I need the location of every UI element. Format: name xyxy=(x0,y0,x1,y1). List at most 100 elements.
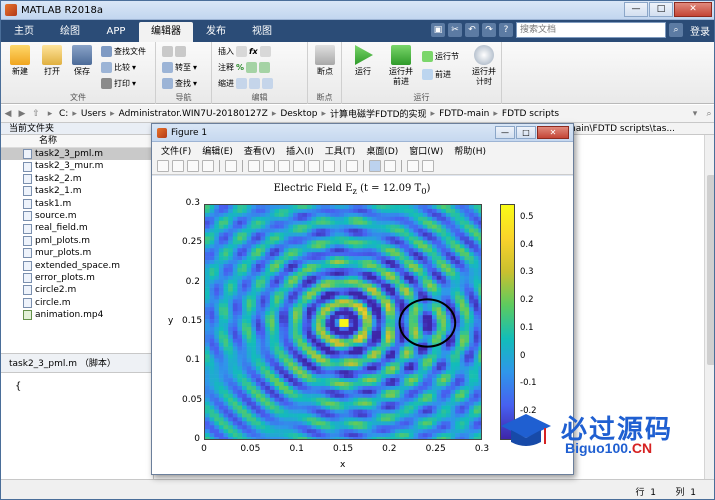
help-quick-icon[interactable]: ? xyxy=(499,23,513,37)
forward-icon[interactable] xyxy=(175,46,186,57)
indent-button[interactable]: 缩进 xyxy=(218,77,273,90)
advance-button[interactable]: 前进 xyxy=(422,68,451,81)
file-list-item[interactable]: task2_3_pml.m xyxy=(1,148,153,161)
file-list-item[interactable]: source.m xyxy=(1,210,153,222)
menu-edit[interactable]: 编辑(E) xyxy=(202,144,233,157)
heatmap-plot[interactable] xyxy=(204,204,482,440)
rotate-3d-icon[interactable] xyxy=(293,160,305,172)
file-list-item[interactable]: task2_1.m xyxy=(1,185,153,197)
insert-legend-icon[interactable] xyxy=(384,160,396,172)
zoom-in-icon[interactable] xyxy=(248,160,260,172)
comment-button[interactable]: 注释 % xyxy=(218,61,271,74)
file-list-item[interactable]: task1.m xyxy=(1,198,153,210)
scroll-thumb[interactable] xyxy=(707,175,714,365)
find-button[interactable]: 查找 ▾ xyxy=(162,77,197,90)
brush-icon[interactable] xyxy=(323,160,335,172)
figure-title-bar[interactable]: Figure 1 — □ ✕ xyxy=(152,124,573,142)
run-advance-button[interactable]: 运行并 前进 xyxy=(384,45,418,87)
colorbar[interactable] xyxy=(500,204,515,440)
tab-publish[interactable]: 发布 xyxy=(193,22,239,42)
tab-view[interactable]: 视图 xyxy=(239,22,285,42)
fx-icon[interactable]: fx xyxy=(249,47,258,56)
forward-arrow-icon[interactable]: ▶ xyxy=(15,109,29,119)
open-button[interactable]: 打开 xyxy=(37,45,67,77)
crumb-desktop[interactable]: Desktop xyxy=(280,109,317,119)
login-button[interactable]: 登录 xyxy=(690,23,710,38)
save-figure-icon[interactable] xyxy=(187,160,199,172)
file-list-item[interactable]: mur_plots.m xyxy=(1,247,153,259)
run-button[interactable]: 运行 xyxy=(348,45,378,77)
pan-icon[interactable] xyxy=(278,160,290,172)
menu-insert[interactable]: 插入(I) xyxy=(286,144,314,157)
wrap-comment-icon[interactable] xyxy=(259,62,271,73)
cut-quick-icon[interactable]: ✂ xyxy=(448,23,462,37)
insert-misc-icon[interactable] xyxy=(259,46,271,57)
search-icon[interactable]: ⌕ xyxy=(669,23,683,37)
menu-desktop[interactable]: 桌面(D) xyxy=(366,144,398,157)
vertical-scrollbar[interactable] xyxy=(704,135,714,479)
tab-plots[interactable]: 绘图 xyxy=(47,22,93,42)
file-list-item[interactable]: error_plots.m xyxy=(1,272,153,284)
compare-button[interactable]: 比较 ▾ xyxy=(101,61,136,74)
hide-plot-tools-icon[interactable] xyxy=(407,160,419,172)
back-forward-buttons[interactable] xyxy=(162,45,186,58)
back-arrow-icon[interactable]: ◀ xyxy=(1,109,15,119)
link-plot-icon[interactable] xyxy=(346,160,358,172)
tab-home[interactable]: 主页 xyxy=(1,22,47,42)
new-figure-icon[interactable] xyxy=(157,160,169,172)
name-column-header[interactable]: 名称 xyxy=(1,135,153,148)
figure-maximize-button[interactable]: □ xyxy=(516,126,536,139)
figure-minimize-button[interactable]: — xyxy=(495,126,515,139)
maximize-button[interactable]: □ xyxy=(649,2,673,17)
file-list-item[interactable]: circle.m xyxy=(1,297,153,309)
up-folder-icon[interactable]: ⇧ xyxy=(29,109,43,119)
percent-icon[interactable]: % xyxy=(236,63,244,72)
crumb-users[interactable]: Users xyxy=(81,109,106,119)
tab-editor[interactable]: 编辑器 xyxy=(139,22,193,42)
crumb-drive[interactable]: C: xyxy=(59,109,68,119)
zoom-out-icon[interactable] xyxy=(263,160,275,172)
menu-tools[interactable]: 工具(T) xyxy=(325,144,356,157)
file-list-item[interactable]: real_field.m xyxy=(1,222,153,234)
undo-quick-icon[interactable]: ↶ xyxy=(465,23,479,37)
smart-indent-icon[interactable] xyxy=(236,78,247,89)
breakpoints-button[interactable]: 断点 xyxy=(310,45,340,77)
crumb-scripts[interactable]: FDTD scripts xyxy=(502,109,559,119)
save-quick-icon[interactable]: ▣ xyxy=(431,23,445,37)
print-figure-icon[interactable] xyxy=(202,160,214,172)
run-time-button[interactable]: 运行并 计时 xyxy=(468,45,500,87)
show-plot-tools-icon[interactable] xyxy=(422,160,434,172)
menu-view[interactable]: 查看(V) xyxy=(244,144,275,157)
goto-button[interactable]: 转至 ▾ xyxy=(162,61,197,74)
compare-dropdown-icon[interactable]: ▾ xyxy=(132,63,136,72)
address-bar[interactable]: ◀ ▶ ⇧ ▸ C: ▸ Users ▸ Administrator.WIN7U-2… xyxy=(1,105,714,123)
file-list-item[interactable]: extended_space.m xyxy=(1,260,153,272)
data-cursor-icon[interactable] xyxy=(308,160,320,172)
outdent-icon[interactable] xyxy=(262,78,273,89)
print-dropdown-icon[interactable]: ▾ xyxy=(132,79,136,88)
menu-window[interactable]: 窗口(W) xyxy=(409,144,443,157)
save-button[interactable]: 保存 xyxy=(67,45,97,77)
print-button[interactable]: 打印 ▾ xyxy=(101,77,136,90)
close-button[interactable]: ✕ xyxy=(674,2,712,17)
crumb-fdtd-main[interactable]: FDTD-main xyxy=(439,109,489,119)
insert-colorbar-icon[interactable] xyxy=(369,160,381,172)
address-dropdown-icon[interactable]: ▾ xyxy=(688,109,702,119)
search-folder-icon[interactable]: ⌕ xyxy=(702,109,714,119)
back-icon[interactable] xyxy=(162,46,173,57)
file-list-item[interactable]: pml_plots.m xyxy=(1,235,153,247)
menu-help[interactable]: 帮助(H) xyxy=(454,144,486,157)
minimize-button[interactable]: — xyxy=(624,2,648,17)
redo-quick-icon[interactable]: ↷ xyxy=(482,23,496,37)
crumb-project[interactable]: 计算电磁学FDTD的实现 xyxy=(330,107,427,120)
file-list-item[interactable]: circle2.m xyxy=(1,284,153,296)
open-file-icon[interactable] xyxy=(172,160,184,172)
search-docs-input[interactable]: 搜索文档 xyxy=(516,22,666,38)
menu-file[interactable]: 文件(F) xyxy=(161,144,191,157)
file-list-item[interactable]: task2_3_mur.m xyxy=(1,160,153,172)
tab-apps[interactable]: APP xyxy=(93,22,139,42)
insert-button[interactable]: 插入 fx xyxy=(218,45,271,58)
file-list-item[interactable]: task2_2.m xyxy=(1,173,153,185)
uncomment-icon[interactable] xyxy=(246,62,258,73)
editor-area[interactable]: { xyxy=(1,373,154,479)
